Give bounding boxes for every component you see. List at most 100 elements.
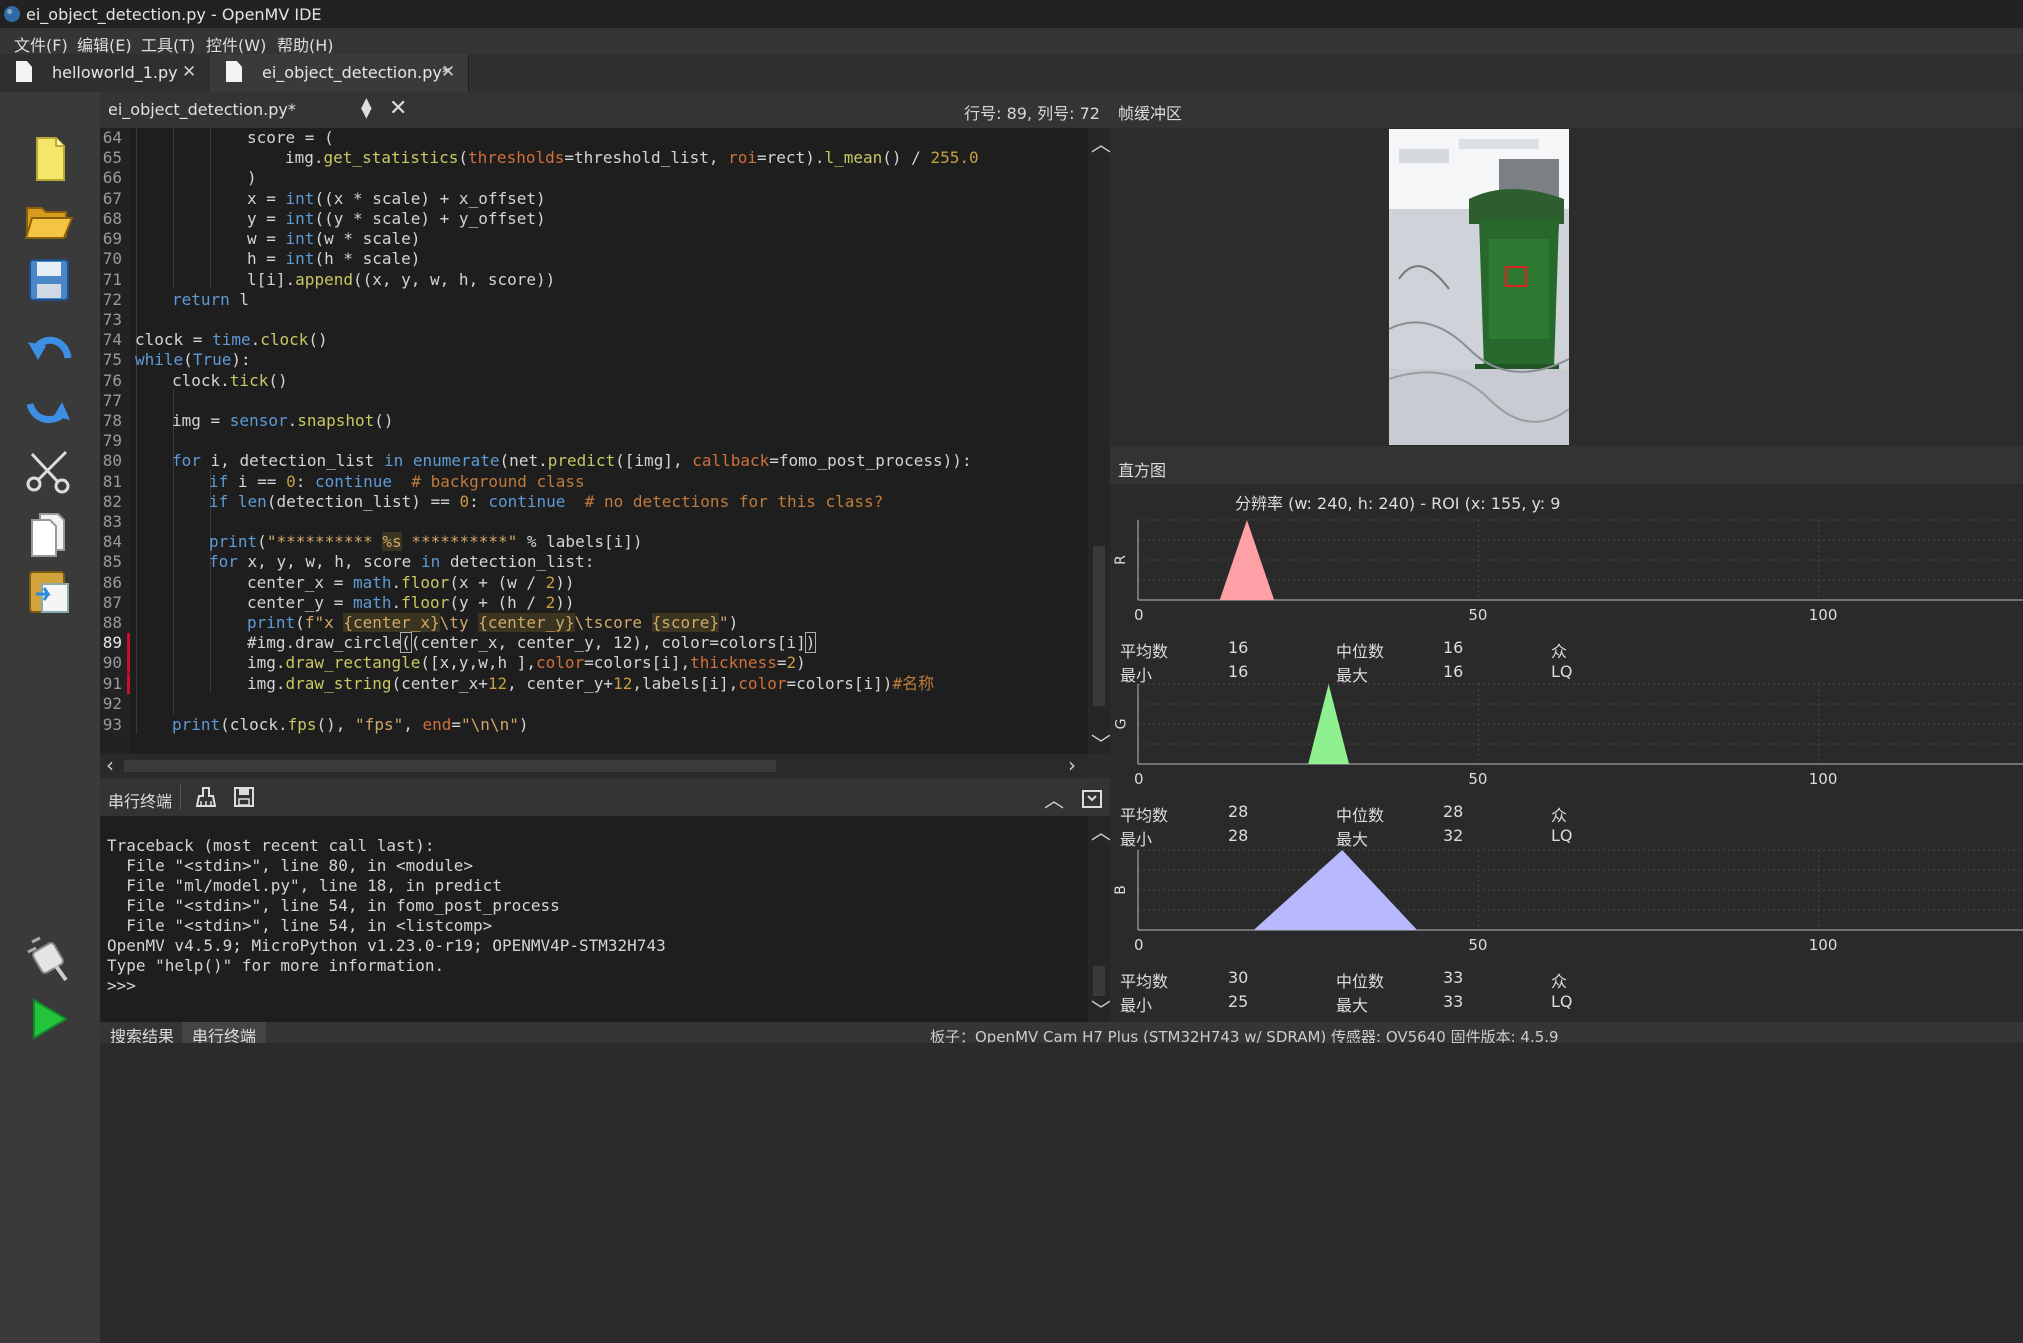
minimize-panel-icon[interactable]	[1082, 790, 1102, 808]
file-icon	[226, 61, 242, 82]
scroll-down-icon[interactable]: ﹀	[1091, 728, 1111, 757]
document-selector[interactable]: ei_object_detection.py*	[108, 100, 296, 119]
open-folder-icon[interactable]	[22, 192, 76, 246]
camera-frame-image	[1389, 129, 1569, 445]
cursor-position: 行号: 89, 列号: 72	[964, 104, 1100, 123]
histogram-stat: 最小	[1120, 996, 1153, 1015]
paste-icon[interactable]	[22, 564, 76, 618]
document-switch-icon[interactable]: ▲ ▼	[361, 96, 372, 120]
code-line: 69 w = int(w * scale)	[102, 229, 421, 248]
menu-edit[interactable]: 编辑(E)	[77, 32, 132, 56]
undo-icon[interactable]	[22, 324, 76, 378]
code-line: 72 return l	[102, 290, 250, 309]
channel-label: B	[1112, 885, 1129, 895]
editor-vertical-scrollbar[interactable]: ︿ ﹀	[1088, 128, 1111, 757]
code-line: 91 img.draw_string(center_x+12, center_y+…	[102, 674, 935, 694]
editor-horizontal-scrollbar[interactable]: ‹ ›	[100, 753, 1088, 778]
scroll-left-icon[interactable]: ‹	[106, 753, 114, 777]
code-line: 84 print("********** %s **********" % lab…	[102, 532, 643, 551]
histogram-stat: 28	[1228, 826, 1249, 845]
histogram-stat: 28	[1443, 802, 1464, 821]
cut-icon[interactable]	[22, 444, 76, 498]
scrollbar-thumb[interactable]	[124, 760, 776, 772]
collapse-up-icon[interactable]: ︿	[1044, 784, 1064, 813]
close-tab-icon[interactable]: ✕	[182, 62, 196, 82]
menu-help[interactable]: 帮助(H)	[277, 32, 334, 56]
framebuffer-header: 帧缓冲区	[1110, 92, 2023, 128]
histogram-channel-g: G 0 50 100 平均数 28 中位数 28 众最小 28 最大 32 LQ	[1110, 678, 2023, 849]
tick-label: 100	[1808, 606, 1838, 624]
framebuffer-title: 帧缓冲区	[1118, 104, 1183, 123]
code-line: 75 while(True):	[102, 350, 251, 369]
menu-bar: 文件(F) 编辑(E) 工具(T) 控件(W) 帮助(H)	[0, 28, 2023, 56]
code-line: 76 clock.tick()	[102, 371, 288, 390]
menu-widgets[interactable]: 控件(W)	[206, 32, 266, 56]
scroll-down-icon[interactable]: ﹀	[1091, 994, 1111, 1023]
scroll-up-icon[interactable]: ︿	[1091, 816, 1111, 845]
code-line: 82 if len(detection_list) == 0: continue …	[102, 492, 884, 511]
code-line: 90 img.draw_rectangle([x,y,w,h ],color=co…	[102, 653, 806, 673]
redo-icon[interactable]	[22, 384, 76, 438]
code-line: 83	[102, 512, 122, 531]
left-toolbar	[0, 92, 100, 1343]
terminal-line: OpenMV v4.5.9; MicroPython v1.23.0-r19; …	[107, 936, 666, 955]
close-document-icon[interactable]: ✕	[389, 96, 407, 121]
histogram-stat: 32	[1443, 826, 1464, 845]
code-line: 73	[102, 310, 122, 329]
scrollbar-thumb[interactable]	[1093, 966, 1105, 996]
channel-label: R	[1112, 555, 1129, 565]
copy-icon[interactable]	[22, 504, 76, 558]
code-line: 85 for x, y, w, h, score in detection_lis…	[102, 552, 595, 571]
serial-terminal[interactable]: Traceback (most recent call last): File …	[100, 816, 1088, 1022]
histogram-stat: 平均数	[1120, 806, 1169, 825]
histogram-plot	[1137, 849, 2023, 931]
save-terminal-icon[interactable]	[233, 786, 255, 808]
save-icon[interactable]	[22, 254, 76, 308]
clear-terminal-icon[interactable]	[195, 786, 217, 808]
histogram-stat: LQ	[1551, 826, 1573, 845]
terminal-line: File "ml/model.py", line 18, in predict	[107, 876, 502, 895]
tab-search-results[interactable]: 搜索结果	[100, 1022, 184, 1043]
camera-frame[interactable]	[1389, 129, 1569, 445]
histogram-stat: 30	[1228, 968, 1249, 987]
tab-helloworld[interactable]: helloworld_1.py ✕	[0, 54, 211, 92]
histogram-stat: 平均数	[1120, 972, 1169, 991]
terminal-scrollbar[interactable]: ︿ ﹀	[1088, 816, 1111, 1023]
run-icon[interactable]	[22, 992, 76, 1046]
code-editor[interactable]: 64 score = ( 65 img.get_statistics(thresho…	[100, 128, 1088, 754]
tick-label: 0	[1134, 770, 1144, 788]
histogram-stat: 最大	[1336, 996, 1369, 1015]
tick-label: 0	[1134, 606, 1144, 624]
scroll-up-icon[interactable]: ︿	[1091, 128, 1111, 157]
histogram-stat: 16	[1443, 638, 1464, 657]
file-tab-bar: helloworld_1.py ✕ ei_object_detection.py…	[0, 54, 2023, 93]
file-icon	[16, 61, 32, 82]
code-line: 67 x = int((x * scale) + x_offset)	[102, 189, 546, 208]
scrollbar-thumb[interactable]	[1093, 546, 1105, 706]
code-line: 77	[102, 391, 122, 410]
bottom-bar: 搜索结果 串行终端 板子：OpenMV Cam H7 Plus (STM32H7…	[100, 1022, 2023, 1043]
code-line: 79	[102, 431, 122, 450]
histogram-header: 直方图	[1110, 446, 2023, 484]
menu-file[interactable]: 文件(F)	[14, 32, 68, 56]
code-line: 92	[102, 694, 122, 713]
new-file-icon[interactable]	[22, 132, 76, 186]
code-line: 70 h = int(h * scale)	[102, 249, 421, 268]
modified-line-marker	[127, 674, 130, 694]
terminal-line: File "<stdin>", line 54, in <listcomp>	[107, 916, 493, 935]
histogram-stat: 28	[1228, 802, 1249, 821]
code-line: 65 img.get_statistics(thresholds=threshol…	[102, 148, 979, 167]
menu-tools[interactable]: 工具(T)	[141, 32, 195, 56]
histogram-plot	[1137, 519, 2023, 601]
histogram-plot	[1137, 683, 2023, 765]
scroll-right-icon[interactable]: ›	[1068, 753, 1076, 777]
code-line: 80 for i, detection_list in enumerate(net…	[102, 451, 972, 470]
tab-serial-terminal[interactable]: 串行终端	[182, 1022, 267, 1043]
status-text: 板子：OpenMV Cam H7 Plus (STM32H743 w/ SDRA…	[930, 1028, 1559, 1043]
tab-label: ei_object_detection.py*	[262, 63, 450, 82]
connect-icon[interactable]	[22, 932, 76, 986]
histogram-stat: 中位数	[1336, 642, 1385, 661]
close-tab-icon[interactable]: ✕	[441, 62, 455, 82]
histogram-stat: 16	[1228, 638, 1249, 657]
tab-ei-object-detection[interactable]: ei_object_detection.py* ✕	[210, 54, 469, 92]
